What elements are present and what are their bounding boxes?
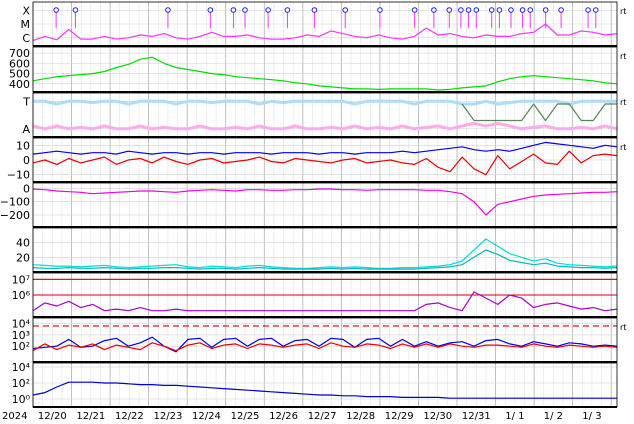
y-tick-label: 10⁶ xyxy=(12,289,31,302)
flare-marker xyxy=(446,7,453,13)
x-tick-label: 12/31 xyxy=(462,411,491,422)
y-tick-label: 10² xyxy=(12,340,30,353)
flare-marker xyxy=(527,7,534,13)
x-tick-label: 12/26 xyxy=(269,411,298,422)
y-tick-label: −200 xyxy=(0,209,30,222)
panel-imf-direction: T Art xyxy=(22,92,626,138)
x-tick-label: 12/20 xyxy=(38,411,67,422)
panel-electron-flux: 10⁴10³10²rt xyxy=(12,317,626,363)
y-tick-label: 20 xyxy=(16,251,30,264)
right-marker: rt xyxy=(620,7,626,16)
chart-panels: XMCrt700600500400rtTArt100−10rt0−100−200… xyxy=(0,1,626,408)
right-marker: rt xyxy=(620,323,626,332)
x-tick-label: 12/25 xyxy=(231,411,260,422)
flare-marker xyxy=(207,7,214,13)
flare-marker xyxy=(377,7,383,13)
flare-marker xyxy=(592,7,599,13)
y-tick-label: A xyxy=(22,123,30,136)
panel-proton-flux: 10⁷10⁶ xyxy=(12,272,618,318)
panel-background xyxy=(33,47,617,92)
panel-dst-index: 0−100−200 xyxy=(0,182,618,228)
flare-marker xyxy=(473,7,480,13)
flare-marker xyxy=(311,7,318,13)
x-tick-label: 12/27 xyxy=(308,411,337,422)
flare-marker xyxy=(558,7,564,13)
y-tick-label: 0 xyxy=(23,154,30,167)
flare-marker xyxy=(265,7,271,13)
space-weather-chart: XMCrt700600500400rtTArt100−10rt0−100−200… xyxy=(0,1,626,422)
panel-background xyxy=(33,228,617,272)
flare-marker xyxy=(519,7,526,13)
x-tick-label: 12/21 xyxy=(76,411,105,422)
x-tick-label: 12/28 xyxy=(346,411,375,422)
y-tick-label: 400 xyxy=(9,78,30,91)
x-tick-label: 1/ 1 xyxy=(505,411,524,422)
panel-xray: XMCrt xyxy=(21,1,626,47)
flare-marker xyxy=(53,7,59,13)
flare-marker xyxy=(508,7,514,13)
y-tick-label: 40 xyxy=(16,237,30,250)
y-tick-label: C xyxy=(22,32,30,45)
y-tick-label: T xyxy=(22,95,30,108)
flare-marker xyxy=(342,7,349,13)
y-tick-label: 10⁰ xyxy=(12,393,31,406)
x-tick-label: 12/23 xyxy=(154,411,183,422)
y-tick-label: 0 xyxy=(23,182,30,195)
x-tick-label: 12/22 xyxy=(115,411,144,422)
y-tick-label: 10⁷ xyxy=(12,273,30,286)
panel-background xyxy=(33,318,617,362)
flare-marker xyxy=(465,7,472,13)
y-tick-label: −100 xyxy=(0,196,30,209)
panel-neutron-count: 10⁴ 10² 10⁰ xyxy=(12,361,618,408)
x-axis: 2024 12/20 12/21 12/22 12/23 12/24 12/25 12/26… xyxy=(2,411,602,422)
year-label: 2024 xyxy=(2,411,27,422)
x-tick-label: 1/ 2 xyxy=(544,411,563,422)
x-tick-label: 12/29 xyxy=(385,411,414,422)
flare-marker xyxy=(585,7,591,13)
panel-background xyxy=(33,93,617,137)
flare-marker xyxy=(165,7,171,13)
flare-marker xyxy=(496,7,503,13)
y-tick-label: 10² xyxy=(12,377,30,390)
panel-background xyxy=(33,363,617,407)
x-tick-label: 1/ 3 xyxy=(582,411,601,422)
flare-marker xyxy=(542,7,549,13)
right-marker: rt xyxy=(620,143,626,152)
y-tick-label: M xyxy=(21,18,31,31)
y-tick-label: 10 xyxy=(16,139,30,152)
right-marker: rt xyxy=(620,52,626,61)
flare-marker xyxy=(242,7,248,13)
flare-marker xyxy=(431,7,437,13)
right-marker: rt xyxy=(620,98,626,107)
y-tick-label: X xyxy=(22,4,30,17)
flare-marker xyxy=(411,7,418,13)
y-tick-label: 10⁴ xyxy=(12,361,31,374)
panel-imf-bz: 10 0 −10 rt xyxy=(7,137,626,183)
flare-marker xyxy=(284,7,291,13)
y-tick-label: −10 xyxy=(7,169,30,182)
flare-marker xyxy=(230,7,237,13)
panel-proton-density: 4020 xyxy=(16,227,618,273)
panel-solar-wind-speed: 700600500400rt xyxy=(9,46,626,93)
x-tick-label: 12/24 xyxy=(192,411,221,422)
x-tick-label: 12/30 xyxy=(423,411,452,422)
flare-marker xyxy=(458,7,464,13)
flare-marker xyxy=(488,7,495,13)
flare-marker xyxy=(72,7,79,13)
